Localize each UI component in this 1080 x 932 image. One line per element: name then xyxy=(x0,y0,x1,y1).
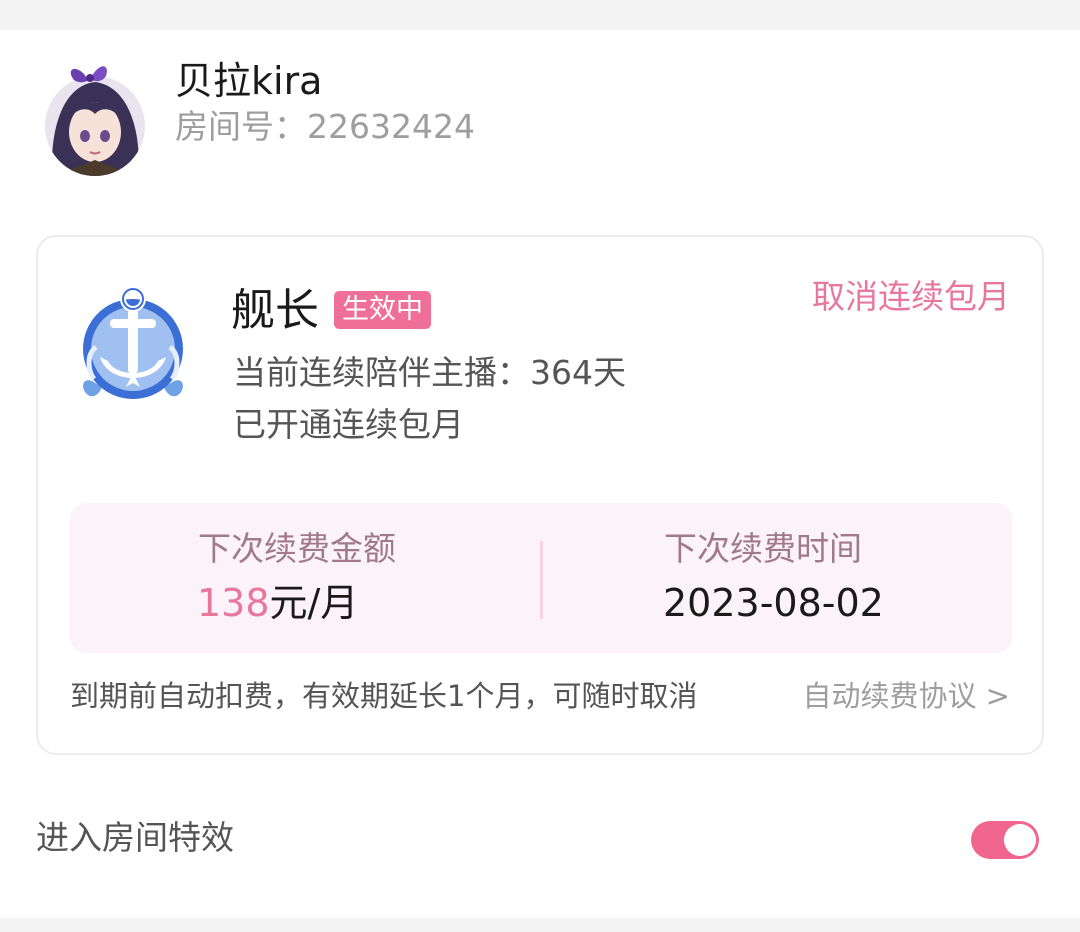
next-amount: 138元/月 xyxy=(197,578,358,628)
streamer-name: 贝拉kira xyxy=(175,59,323,103)
toggle-knob xyxy=(1004,824,1036,856)
next-time-label: 下次续费时间 xyxy=(664,529,862,568)
bottom-divider xyxy=(0,918,1080,932)
cancel-subscription-link[interactable]: 取消连续包月 xyxy=(812,274,1010,320)
auto-renew-agreement-link[interactable]: 自动续费协议 > xyxy=(802,674,1010,718)
enter-effect-toggle[interactable] xyxy=(971,821,1039,859)
tier-name: 舰长 xyxy=(231,285,319,336)
top-divider xyxy=(0,0,1080,30)
next-time-value: 2023-08-02 xyxy=(663,581,884,625)
room-number-value: 22632424 xyxy=(307,107,475,146)
avatar[interactable] xyxy=(44,60,146,176)
divider xyxy=(540,541,543,619)
next-amount-unit: 元/月 xyxy=(269,581,359,625)
anchor-badge-icon xyxy=(78,285,188,409)
next-amount-label: 下次续费金额 xyxy=(198,529,396,568)
companion-days: 当前连续陪伴主播：364天 xyxy=(233,353,626,392)
room-number-label: 房间号： xyxy=(175,107,307,146)
next-amount-value: 138 xyxy=(197,581,270,625)
renew-status: 已开通连续包月 xyxy=(233,405,464,444)
status-badge: 生效中 xyxy=(334,291,431,329)
room-number-line: 房间号：22632424 xyxy=(175,104,475,150)
page: 贝拉kira 房间号：22632424 舰长 生效中 取消连续包月 当前连续陪伴… xyxy=(0,0,1080,932)
enter-effect-label: 进入房间特效 xyxy=(36,818,234,857)
auto-renew-footnote: 到期前自动扣费，有效期延长1个月，可随时取消 xyxy=(70,679,698,713)
